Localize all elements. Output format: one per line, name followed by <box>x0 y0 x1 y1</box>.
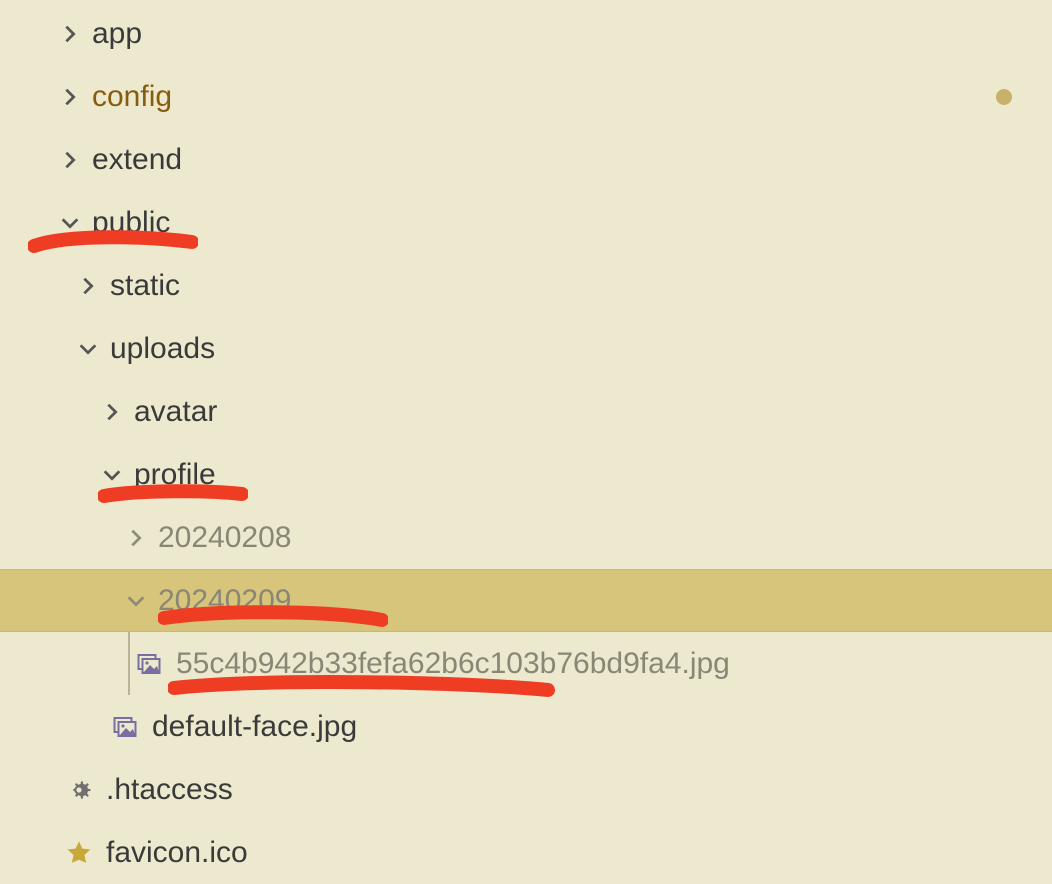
tree-item-htaccess[interactable]: .htaccess <box>0 758 1052 821</box>
tree-item-label: favicon.ico <box>106 838 248 868</box>
tree-item-app[interactable]: app <box>0 2 1052 65</box>
tree-item-20240209[interactable]: 20240209 <box>0 569 1052 632</box>
tree-item-avatar[interactable]: avatar <box>0 380 1052 443</box>
chevron-down-icon <box>98 461 126 489</box>
tree-item-label: 20240208 <box>158 523 291 553</box>
tree-item-label: extend <box>92 145 182 175</box>
image-file-icon <box>134 649 164 679</box>
tree-item-label: profile <box>134 460 216 490</box>
tree-item-label: uploads <box>110 334 215 364</box>
chevron-right-icon <box>56 83 84 111</box>
tree-item-label: 20240209 <box>158 586 291 616</box>
tree-item-20240208[interactable]: 20240208 <box>0 506 1052 569</box>
tree-item-extend[interactable]: extend <box>0 128 1052 191</box>
tree-item-label: 55c4b942b33fefa62b6c103b76bd9fa4.jpg <box>176 649 730 679</box>
tree-item-label: config <box>92 82 172 112</box>
gear-icon <box>64 775 94 805</box>
chevron-right-icon <box>122 524 150 552</box>
tree-item-hashfile[interactable]: 55c4b942b33fefa62b6c103b76bd9fa4.jpg <box>0 632 1052 695</box>
tree-item-uploads[interactable]: uploads <box>0 317 1052 380</box>
chevron-down-icon <box>74 335 102 363</box>
chevron-right-icon <box>56 146 84 174</box>
chevron-down-icon <box>56 209 84 237</box>
chevron-right-icon <box>74 272 102 300</box>
modified-indicator-icon <box>996 89 1012 105</box>
tree-item-label: default-face.jpg <box>152 712 357 742</box>
star-icon <box>64 838 94 868</box>
tree-item-label: public <box>92 208 170 238</box>
chevron-down-icon <box>122 587 150 615</box>
tree-item-profile[interactable]: profile <box>0 443 1052 506</box>
image-file-icon <box>110 712 140 742</box>
tree-item-favicon[interactable]: favicon.ico <box>0 821 1052 884</box>
tree-item-label: avatar <box>134 397 217 427</box>
tree-item-label: .htaccess <box>106 775 233 805</box>
tree-item-label: app <box>92 19 142 49</box>
tree-item-label: static <box>110 271 180 301</box>
file-tree[interactable]: app config extend public static uploads <box>0 0 1052 884</box>
chevron-right-icon <box>98 398 126 426</box>
tree-item-public[interactable]: public <box>0 191 1052 254</box>
tree-item-default-face[interactable]: default-face.jpg <box>0 695 1052 758</box>
chevron-right-icon <box>56 20 84 48</box>
tree-item-config[interactable]: config <box>0 65 1052 128</box>
tree-item-static[interactable]: static <box>0 254 1052 317</box>
tree-guide-line <box>128 632 130 695</box>
